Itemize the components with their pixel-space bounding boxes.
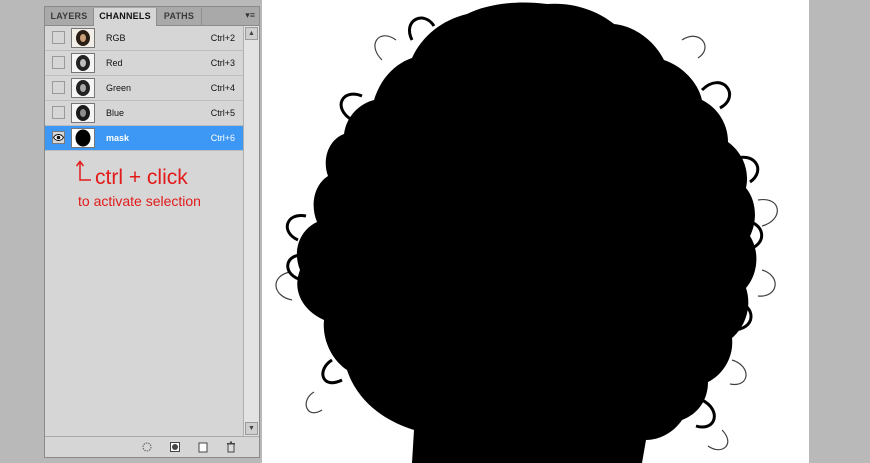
channel-thumbnail [71, 128, 95, 148]
channel-row-blue[interactable]: Blue Ctrl+5 [45, 101, 243, 126]
channel-list-scrollbar[interactable]: ▲ ▼ [243, 26, 259, 436]
load-selection-icon[interactable] [141, 441, 153, 453]
channel-shortcut: Ctrl+4 [210, 83, 235, 93]
visibility-toggle[interactable] [52, 81, 65, 94]
eye-icon [53, 134, 64, 141]
channel-shortcut: Ctrl+3 [210, 58, 235, 68]
annotation-title: ctrl + click [95, 166, 188, 189]
scroll-down-arrow-icon[interactable]: ▼ [245, 422, 258, 435]
workspace-right-margin [809, 0, 870, 463]
channel-row-green[interactable]: Green Ctrl+4 [45, 76, 243, 101]
annotation-arrow-icon [75, 160, 91, 181]
channel-name: Green [106, 83, 132, 93]
channel-row-red[interactable]: Red Ctrl+3 [45, 51, 243, 76]
channel-thumbnail [71, 53, 95, 73]
visibility-toggle[interactable] [52, 56, 65, 69]
channel-name: mask [106, 133, 130, 143]
new-channel-icon[interactable] [197, 441, 209, 453]
channel-name: RGB [106, 33, 126, 43]
channel-row-mask[interactable]: mask Ctrl+6 [45, 126, 243, 151]
tab-layers[interactable]: LAYERS [45, 8, 94, 25]
channels-panel: LAYERS CHANNELS PATHS ▾≡ RGB Ctrl+2 Red … [44, 6, 260, 458]
channel-list: RGB Ctrl+2 Red Ctrl+3 Green Ctrl+4 Blue … [45, 26, 243, 154]
channel-name: Red [106, 58, 123, 68]
tab-paths[interactable]: PATHS [157, 8, 202, 25]
save-selection-icon[interactable] [169, 441, 181, 453]
channel-thumbnail [71, 78, 95, 98]
mask-silhouette [275, 2, 778, 463]
channel-shortcut: Ctrl+6 [210, 133, 235, 143]
visibility-toggle[interactable] [52, 106, 65, 119]
document-canvas[interactable] [262, 0, 809, 463]
channel-row-rgb[interactable]: RGB Ctrl+2 [45, 26, 243, 51]
visibility-toggle[interactable] [52, 31, 65, 44]
panel-bottom-toolbar [45, 436, 259, 457]
channel-shortcut: Ctrl+2 [210, 33, 235, 43]
channel-thumbnail [71, 103, 95, 123]
annotation-subtitle: to activate selection [78, 193, 201, 209]
panel-menu-icon[interactable]: ▾≡ [245, 10, 255, 20]
channel-thumbnail [71, 28, 95, 48]
scroll-up-arrow-icon[interactable]: ▲ [245, 27, 258, 40]
tab-channels[interactable]: CHANNELS [94, 8, 157, 26]
visibility-toggle[interactable] [52, 131, 65, 144]
delete-channel-icon[interactable] [225, 441, 237, 453]
channel-name: Blue [106, 108, 125, 118]
channel-shortcut: Ctrl+5 [210, 108, 235, 118]
panel-tabbar: LAYERS CHANNELS PATHS ▾≡ [45, 7, 259, 26]
